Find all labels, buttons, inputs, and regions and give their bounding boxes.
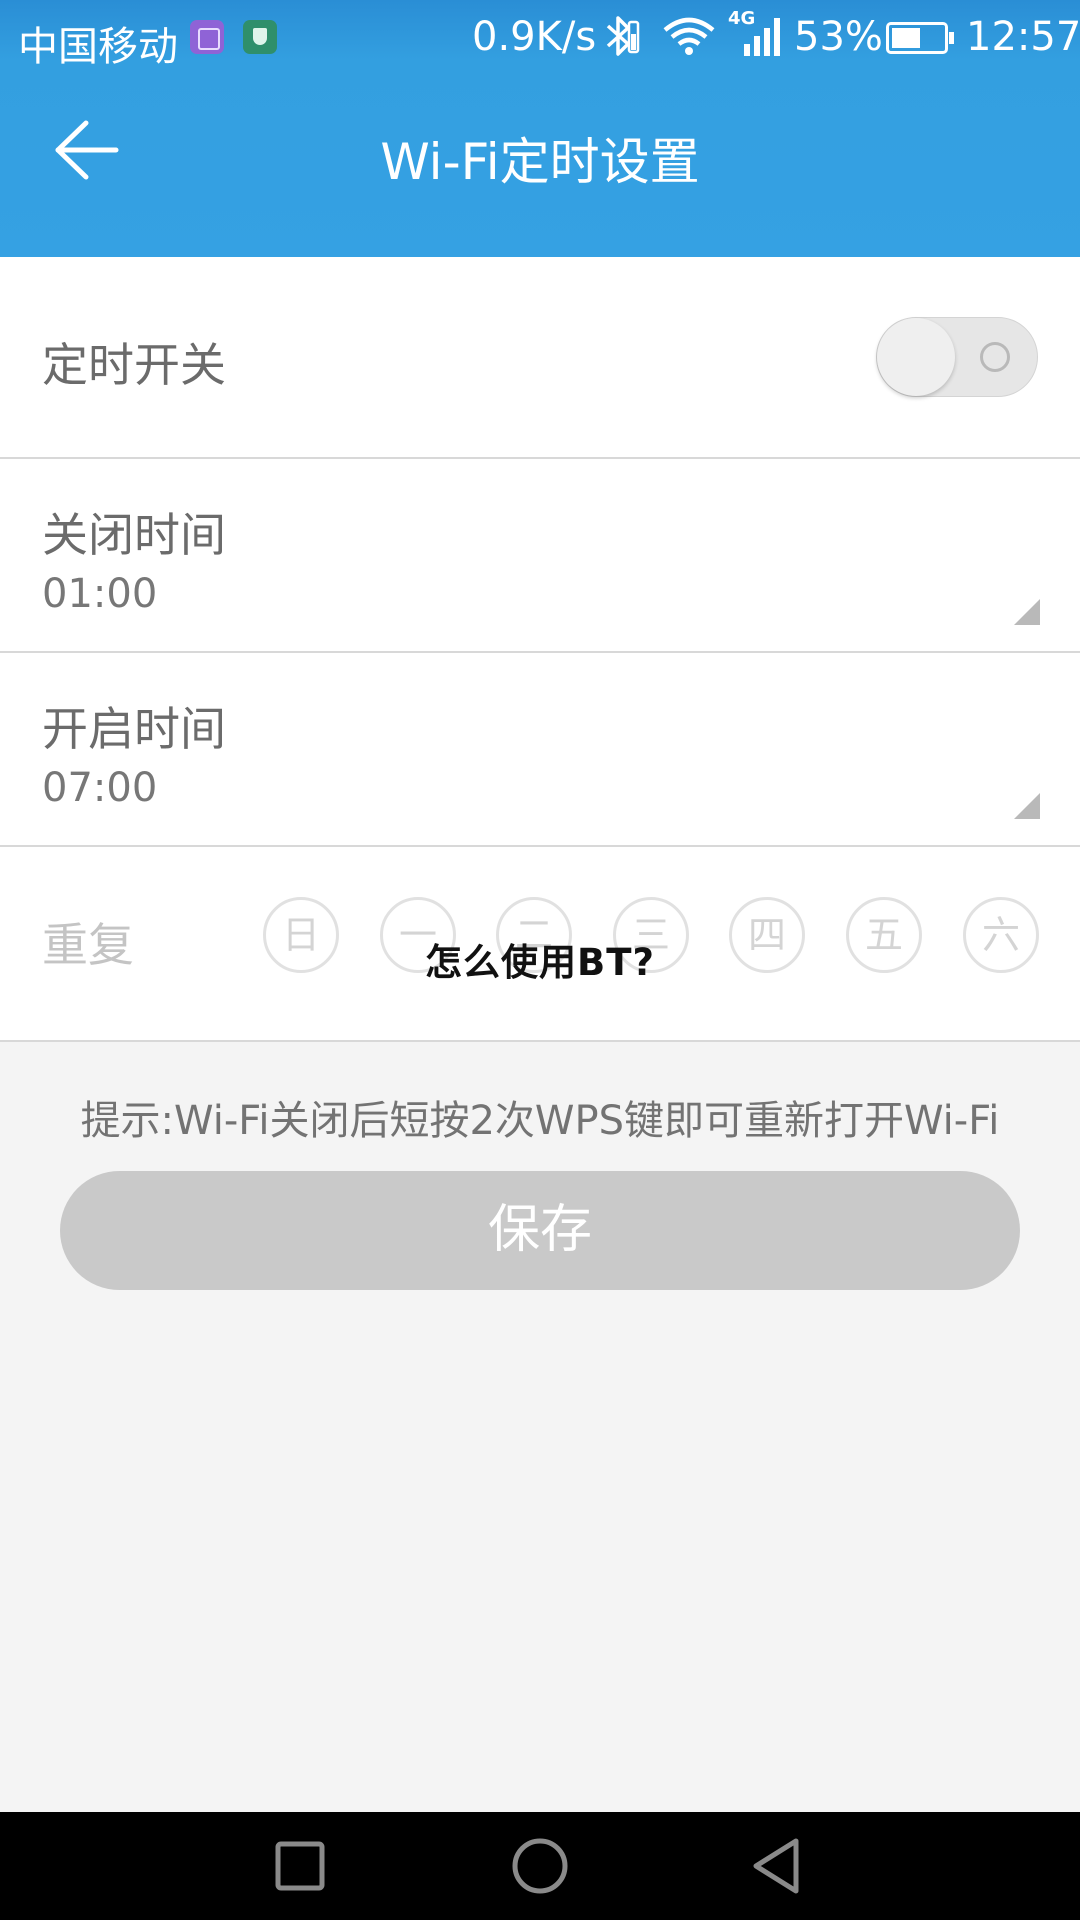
- shield-icon: [243, 20, 277, 54]
- dropdown-corner-icon: [1014, 793, 1040, 819]
- off-time-label: 关闭时间: [42, 508, 226, 562]
- hint-text: 提示:Wi-Fi关闭后短按2次WPS键即可重新打开Wi-Fi: [80, 1098, 1000, 1144]
- clock: 12:57: [966, 14, 1080, 60]
- schedule-toggle[interactable]: [876, 317, 1038, 397]
- back-icon[interactable]: [744, 1830, 816, 1902]
- gallery-icon: [190, 20, 224, 54]
- wifi-icon: [663, 17, 715, 55]
- toggle-off-icon: [980, 342, 1010, 372]
- overlay-caption: 怎么使用BT?: [425, 941, 655, 984]
- on-time-row[interactable]: 开启时间 07:00: [0, 653, 1080, 847]
- status-bar: 中国移动 0.9K/s 4G 53% 12:57: [0, 0, 1080, 75]
- on-time-label: 开启时间: [42, 702, 226, 756]
- app-bar: 中国移动 0.9K/s 4G 53% 12:57 Wi-Fi定时设置: [0, 0, 1080, 257]
- battery-percent: 53%: [794, 14, 883, 60]
- bluetooth-icon: [600, 12, 640, 70]
- schedule-switch-row: 定时开关: [0, 257, 1080, 459]
- carrier-name: 中国移动: [18, 24, 178, 70]
- home-icon[interactable]: [504, 1830, 576, 1902]
- net-speed: 0.9K/s: [472, 14, 597, 60]
- battery-icon: [886, 22, 954, 54]
- off-time-row[interactable]: 关闭时间 01:00: [0, 459, 1080, 653]
- save-button[interactable]: 保存: [60, 1171, 1020, 1290]
- navigation-bar: [0, 1812, 1080, 1920]
- page-title: Wi-Fi定时设置: [380, 133, 700, 191]
- signal-icon: [744, 18, 780, 56]
- toggle-knob: [877, 318, 955, 396]
- settings-list: 定时开关 关闭时间 01:00 开启时间 07:00 重复 日 一 二 三 四 …: [0, 257, 1080, 1042]
- schedule-switch-label: 定时开关: [42, 338, 226, 392]
- recent-apps-icon[interactable]: [264, 1830, 336, 1902]
- on-time-value: 07:00: [42, 765, 158, 811]
- dropdown-corner-icon: [1014, 599, 1040, 625]
- off-time-value: 01:00: [42, 571, 158, 617]
